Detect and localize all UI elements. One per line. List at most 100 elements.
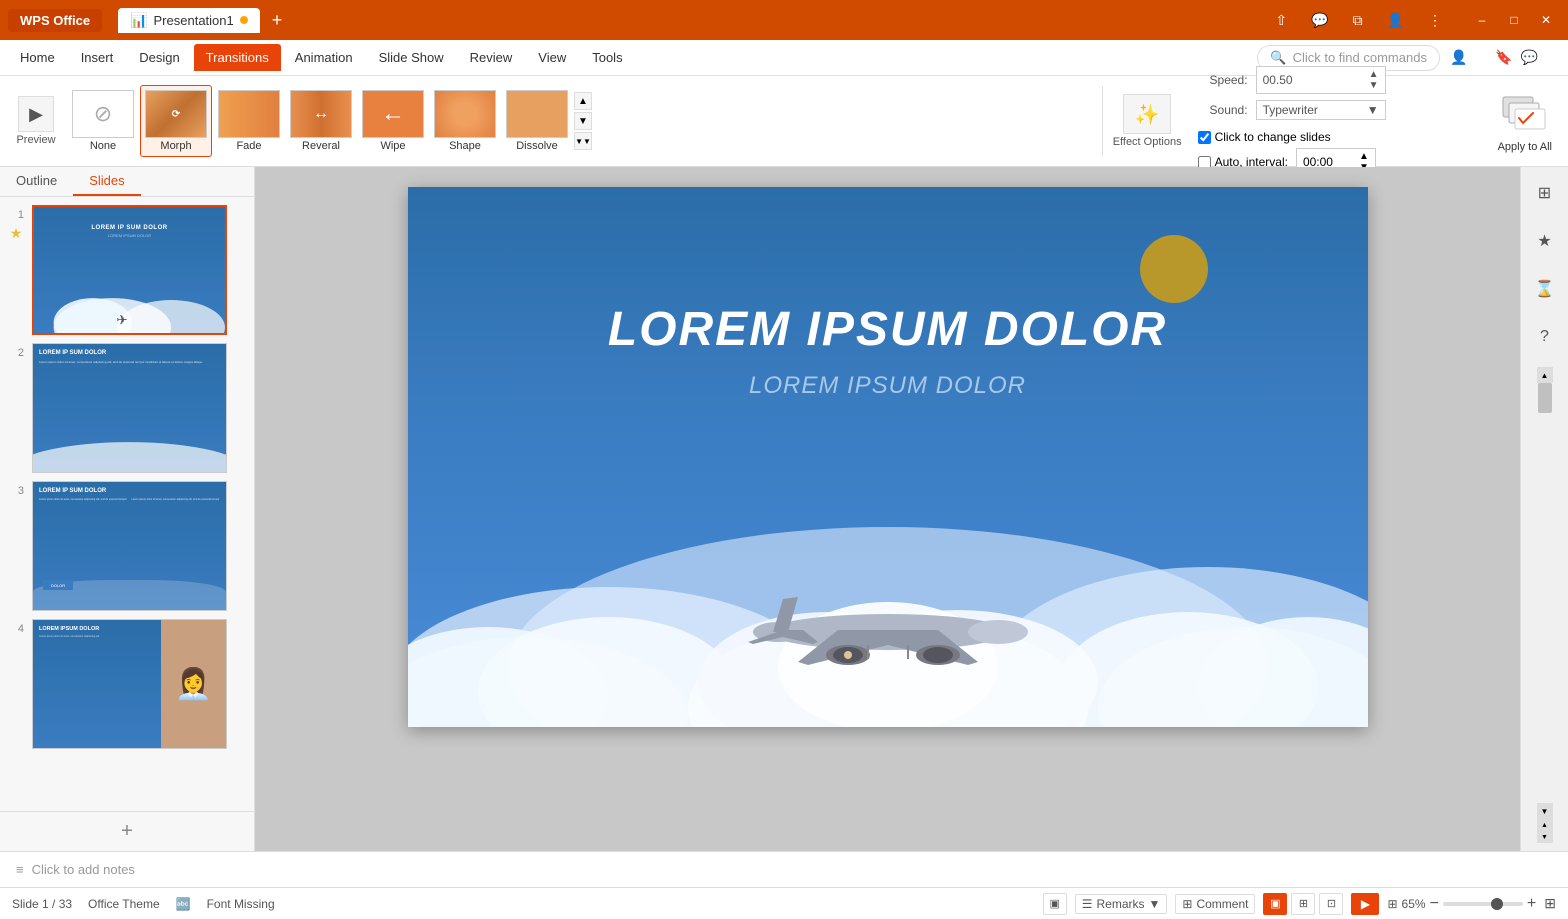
apply-to-all-button[interactable]: Apply to All [1490,85,1560,157]
grid-icon[interactable]: ⊞ [1544,895,1556,912]
scroll-top-fast[interactable]: ▲ [1537,819,1553,831]
tab-design[interactable]: Design [127,44,191,71]
scroll-more-buttons: ▲ ▼ [1537,819,1553,843]
preview-button[interactable]: ▶ Preview [8,85,64,157]
transition-wipe[interactable]: ← Wipe [358,86,428,156]
more-icon[interactable]: ⋮ [1422,10,1448,31]
ribbon-content: ▶ Preview ⊘ None ⟳ Morph Fade [0,76,1568,166]
right-panel-icon-1[interactable]: ⊞ [1527,175,1563,211]
reader-view-btn[interactable]: ⊡ [1319,893,1343,915]
transition-morph[interactable]: ⟳ Morph [140,85,212,157]
scroll-bottom-fast[interactable]: ▼ [1537,831,1553,843]
titlebar: WPS Office 📊 Presentation1 + ⇧ 💬 ⧉ 👤 ⋮ –… [0,0,1568,40]
slide-panel: Outline Slides 1 ★ LOREM IP SUM DOLOR LO… [0,167,255,851]
slide-thumb-4[interactable]: LOREM IPSUM DOLOR Lorem ipsum dolor sit … [32,619,227,749]
normal-view-button[interactable]: ▣ [1043,893,1067,915]
slide-item-3[interactable]: 3 LOREM IP SUM DOLOR Lorem ipsum dolor s… [8,481,246,611]
grid-view-btn[interactable]: ⊞ [1291,893,1315,915]
share-icon[interactable]: ⇧ [1269,10,1293,31]
transition-fade[interactable]: Fade [214,86,284,156]
zoom-out-button[interactable]: − [1430,895,1439,913]
main-area: Outline Slides 1 ★ LOREM IP SUM DOLOR LO… [0,167,1568,851]
tab-transitions[interactable]: Transitions [194,44,281,71]
click-to-change-checkbox[interactable] [1198,131,1211,144]
slide-item-1[interactable]: 1 ★ LOREM IP SUM DOLOR LOREM IPSUM DOLOR [8,205,246,335]
transition-none[interactable]: ⊘ None [68,86,138,156]
fit-icon[interactable]: ⊞ [1387,897,1397,911]
wps-logo[interactable]: WPS Office [8,9,102,32]
scroll-up-arrow[interactable]: ▲ [574,92,592,110]
effect-options-button[interactable]: ✨ Effect Options [1102,86,1182,156]
sound-dropdown-icon: ▼ [1367,103,1379,117]
tab-insert[interactable]: Insert [69,44,126,71]
scroll-more-arrow[interactable]: ▼▼ [574,132,592,150]
slide-thumb-3[interactable]: LOREM IP SUM DOLOR Lorem ipsum dolor sit… [32,481,227,611]
slide-info: Slide 1 / 33 [12,897,72,911]
comment-icon[interactable]: 💬 [1305,10,1334,31]
slide-num-4: 4 [8,619,24,749]
transition-reveral[interactable]: ↔ Reveral [286,86,356,156]
toolbar-icon-5[interactable]: ⋮ [1546,49,1560,66]
zoom-handle[interactable] [1491,898,1503,910]
slide-item-2[interactable]: 2 LOREM IP SUM DOLOR Lorem ipsum dolor s… [8,343,246,473]
right-panel-icon-2[interactable]: ★ [1527,223,1563,259]
transition-dissolve-label: Dissolve [516,140,558,152]
scroll-top-button[interactable]: ▲ [1537,367,1553,383]
slide-num-2: 2 [8,343,24,473]
effect-panel: Speed: 00.50 ▲▼ Sound: Typewriter ▼ [1186,62,1486,180]
right-panel-icon-4[interactable]: ? [1527,319,1563,355]
transition-morph-label: Morph [160,140,191,152]
slide-title[interactable]: LOREM IPSUM DOLOR [408,302,1368,357]
tab-review[interactable]: Review [458,44,525,71]
effect-options-label: Effect Options [1113,136,1182,148]
tab-home[interactable]: Home [8,44,67,71]
speed-spinner-up[interactable]: ▲▼ [1369,69,1379,91]
click-to-change-label: Click to change slides [1215,130,1331,144]
scrollbar-thumb[interactable] [1538,383,1552,413]
transition-fade-label: Fade [236,140,261,152]
scroll-bottom-button[interactable]: ▼ [1537,803,1553,819]
avatar-icon[interactable]: 👤 [1381,10,1410,31]
close-button[interactable]: ✕ [1532,10,1560,30]
right-panel: ⊞ ★ ⌛ ? ▲ ▼ ▲ ▼ [1520,167,1568,851]
add-slide-button[interactable]: + [0,811,254,851]
zoom-slider[interactable] [1443,902,1523,906]
add-tab-button[interactable]: + [272,10,283,31]
minimize-button[interactable]: – [1468,10,1496,30]
slide-thumb-1[interactable]: LOREM IP SUM DOLOR LOREM IPSUM DOLOR ✈ [32,205,227,335]
unsaved-indicator [240,16,248,24]
restore-icon[interactable]: ⧉ [1347,10,1369,31]
remarks-icon: ☰ [1082,897,1093,911]
toolbar-icon-3[interactable]: 🔖 [1495,49,1512,66]
tab-outline[interactable]: Outline [0,167,73,196]
zoom-controls: ⊞ 65% − + [1387,895,1536,913]
slide-thumb-2[interactable]: LOREM IP SUM DOLOR Lorem ipsum dolor sit… [32,343,227,473]
sound-value: Typewriter [1263,103,1318,117]
transitions-scroll: ▲ ▼ ▼▼ [574,92,592,150]
remarks-button[interactable]: ☰ Remarks ▼ [1075,894,1168,914]
main-slide-canvas[interactable]: LOREM IPSUM DOLOR LOREM IPSUM DOLOR [408,187,1368,727]
document-tab[interactable]: 📊 Presentation1 [118,8,260,33]
tab-slideshow[interactable]: Slide Show [367,44,456,71]
maximize-button[interactable]: □ [1500,10,1528,30]
normal-view-btn[interactable]: ▣ [1263,893,1287,915]
sound-select[interactable]: Typewriter ▼ [1256,100,1386,120]
toolbar-icon-4[interactable]: 💬 [1521,49,1538,66]
transition-dissolve[interactable]: Dissolve [502,86,572,156]
transition-shape-label: Shape [449,140,481,152]
window-controls: – □ ✕ [1468,10,1560,30]
tab-view[interactable]: View [526,44,578,71]
tab-slides[interactable]: Slides [73,167,140,196]
zoom-in-button[interactable]: + [1527,895,1536,913]
theme-info: Office Theme [88,897,160,911]
transition-shape[interactable]: Shape [430,86,500,156]
slide-item-4[interactable]: 4 LOREM IPSUM DOLOR Lorem ipsum dolor si… [8,619,246,749]
comment-button[interactable]: ⊞ Comment [1175,894,1255,914]
right-panel-icon-3[interactable]: ⌛ [1527,271,1563,307]
scroll-down-arrow[interactable]: ▼ [574,112,592,130]
speed-select[interactable]: 00.50 ▲▼ [1256,66,1386,94]
play-button[interactable]: ▶ [1351,893,1379,915]
tab-tools[interactable]: Tools [580,44,634,71]
tab-animation[interactable]: Animation [283,44,365,71]
speed-row: Speed: 00.50 ▲▼ [1198,66,1474,94]
